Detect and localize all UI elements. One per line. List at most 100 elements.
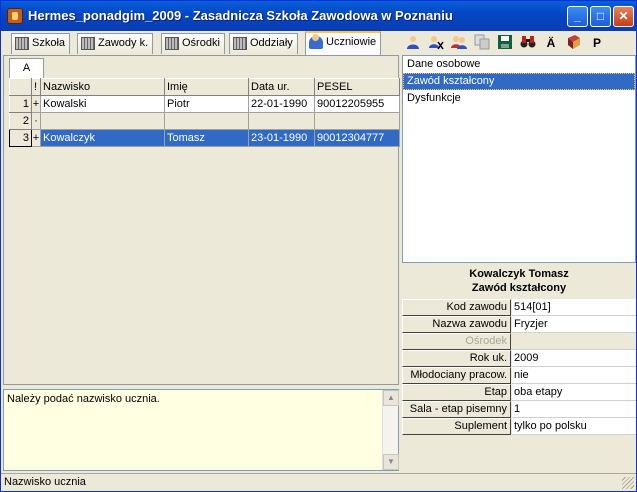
copy-icon[interactable] xyxy=(473,34,491,52)
prop-button-nazwa-zawodu[interactable]: Nazwa zawodu xyxy=(402,316,511,333)
cell-nazwisko[interactable]: Kowalski xyxy=(40,95,165,113)
message-text: Należy podać nazwisko ucznia. xyxy=(7,393,160,405)
prop-row-rok-uk: Rok uk. 2009 xyxy=(402,350,636,367)
row-number-header xyxy=(9,78,32,96)
cell-pesel[interactable]: 90012205955 xyxy=(314,95,400,113)
table-row[interactable]: 1 + Kowalski Piotr 22-01-1990 9001220595… xyxy=(9,95,400,113)
prop-value-etap[interactable]: oba etapy xyxy=(512,384,636,401)
cell-pesel[interactable]: 90012304777 xyxy=(314,129,400,147)
prop-row-kod-zawodu: Kod zawodu 514[01] xyxy=(402,299,636,316)
a-umlaut-icon[interactable]: Ä xyxy=(542,34,560,52)
cell-pesel[interactable] xyxy=(314,112,400,130)
prop-row-osrodek: Ośrodek xyxy=(402,333,636,350)
tab-zawody[interactable]: Zawody k. xyxy=(77,33,154,54)
column-header-flag[interactable]: ! xyxy=(31,78,41,96)
cell-imie[interactable]: Tomasz xyxy=(164,129,249,147)
cell-data-ur[interactable]: 23-01-1990 xyxy=(248,129,315,147)
cell-nazwisko[interactable] xyxy=(40,112,165,130)
status-text: Nazwisko ucznia xyxy=(4,476,86,488)
student-name: Kowalczyk Tomasz xyxy=(469,268,569,280)
prop-row-suplement: Suplement tylko po polsku xyxy=(402,418,636,435)
cell-nazwisko[interactable]: Kowalczyk xyxy=(40,129,165,147)
prop-button-mlodociany[interactable]: Młodociany pracow. xyxy=(402,367,511,384)
prop-button-etap[interactable]: Etap xyxy=(402,384,511,401)
status-bar: Nazwisko ucznia xyxy=(1,473,636,491)
scroll-down-button[interactable]: ▼ xyxy=(383,454,399,470)
row-flag: · xyxy=(31,112,41,130)
grid-filter-tab[interactable]: A xyxy=(9,58,44,78)
cell-data-ur[interactable] xyxy=(248,112,315,130)
prop-value-suplement[interactable]: tylko po polsku xyxy=(512,418,636,435)
prop-value-mlodociany[interactable]: nie xyxy=(512,367,636,384)
resize-grip-icon[interactable] xyxy=(622,477,634,489)
prop-button-suplement[interactable]: Suplement xyxy=(402,418,511,435)
prop-value-nazwa-zawodu[interactable]: Fryzjer xyxy=(512,316,636,333)
building-icon xyxy=(233,37,247,50)
tab-osrodki[interactable]: Ośrodki xyxy=(161,33,225,54)
tab-oddzialy[interactable]: Oddziały xyxy=(229,33,298,54)
building-icon xyxy=(165,37,179,50)
p-icon[interactable]: P xyxy=(588,34,606,52)
prop-value-sala[interactable]: 1 xyxy=(512,401,636,418)
tab-label: Uczniowie xyxy=(326,36,377,48)
column-header-nazwisko[interactable]: Nazwisko xyxy=(40,78,165,96)
add-user-icon[interactable] xyxy=(404,34,422,52)
cell-imie[interactable]: Piotr xyxy=(164,95,249,113)
prop-button-osrodek: Ośrodek xyxy=(402,333,511,350)
tab-label: Ośrodki xyxy=(182,37,220,49)
column-header-pesel[interactable]: PESEL xyxy=(314,78,400,96)
column-header-data-ur[interactable]: Data ur. xyxy=(248,78,315,96)
building-icon xyxy=(15,37,29,50)
tab-label: Zawody k. xyxy=(98,37,149,49)
list-item-dysfunkcje[interactable]: Dysfunkcje xyxy=(403,90,635,107)
students-grid-panel: A ! Nazwisko Imię Data ur. PESEL 1 + Kow… xyxy=(3,55,400,385)
prop-value-osrodek xyxy=(512,333,636,350)
section-title: Zawód kształcony xyxy=(471,282,567,294)
tab-label: Oddziały xyxy=(250,37,293,49)
properties-panel: Kod zawodu 514[01] Nazwa zawodu Fryzjer … xyxy=(402,299,636,435)
students-grid: ! Nazwisko Imię Data ur. PESEL 1 + Kowal… xyxy=(9,78,400,147)
prop-value-kod-zawodu[interactable]: 514[01] xyxy=(512,299,636,316)
prop-button-rok-uk[interactable]: Rok uk. xyxy=(402,350,511,367)
move-users-icon[interactable] xyxy=(450,34,468,52)
detail-header: Kowalczyk Tomasz Zawód kształcony xyxy=(402,265,636,297)
window-title: Hermes_ponadgim_2009 - Zasadnicza Szkoła… xyxy=(28,8,453,23)
prop-row-mlodociany: Młodociany pracow. nie xyxy=(402,367,636,384)
row-flag: + xyxy=(31,129,41,147)
table-row[interactable]: 2 · xyxy=(9,112,400,130)
list-item-dane-osobowe[interactable]: Dane osobowe xyxy=(403,56,635,73)
row-number[interactable]: 3 xyxy=(9,129,32,147)
row-number[interactable]: 1 xyxy=(9,95,32,113)
scroll-up-button[interactable]: ▲ xyxy=(383,390,399,406)
binoculars-icon[interactable] xyxy=(519,34,537,52)
message-scrollbar[interactable]: ▲ ▼ xyxy=(382,390,399,470)
cell-imie[interactable] xyxy=(164,112,249,130)
tab-label: Szkoła xyxy=(32,37,66,49)
cut-user-icon[interactable] xyxy=(427,34,445,52)
building-icon xyxy=(81,37,95,50)
cell-data-ur[interactable]: 22-01-1990 xyxy=(248,95,315,113)
title-bar[interactable]: Hermes_ponadgim_2009 - Zasadnicza Szkoła… xyxy=(1,1,636,31)
list-item-zawod-ksztalcony[interactable]: Zawód kształcony xyxy=(403,73,635,90)
section-list[interactable]: Dane osobowe Zawód kształcony Dysfunkcje xyxy=(402,55,636,263)
tab-uczniowie[interactable]: Uczniowie xyxy=(305,31,382,55)
message-box[interactable]: Należy podać nazwisko ucznia. ▲ ▼ xyxy=(3,389,399,471)
row-number[interactable]: 2 xyxy=(9,112,32,130)
prop-button-kod-zawodu[interactable]: Kod zawodu xyxy=(402,299,511,316)
app-icon[interactable] xyxy=(7,8,23,24)
column-header-imie[interactable]: Imię xyxy=(164,78,249,96)
students-icon xyxy=(309,34,323,49)
tab-szkola[interactable]: Szkoła xyxy=(11,33,71,54)
table-row-selected[interactable]: 3 + Kowalczyk Tomasz 23-01-1990 90012304… xyxy=(9,129,400,147)
app-window: Hermes_ponadgim_2009 - Zasadnicza Szkoła… xyxy=(0,0,637,492)
row-flag: + xyxy=(31,95,41,113)
prop-button-sala[interactable]: Sala - etap pisemny xyxy=(402,401,511,418)
prop-value-rok-uk[interactable]: 2009 xyxy=(512,350,636,367)
close-button[interactable]: ✕ xyxy=(613,6,634,27)
book-icon[interactable] xyxy=(565,34,583,52)
maximize-button[interactable]: □ xyxy=(590,6,611,27)
grid-header-row: ! Nazwisko Imię Data ur. PESEL xyxy=(9,78,400,96)
prop-row-nazwa-zawodu: Nazwa zawodu Fryzjer xyxy=(402,316,636,333)
minimize-button[interactable]: _ xyxy=(567,6,588,27)
save-icon[interactable] xyxy=(496,34,514,52)
